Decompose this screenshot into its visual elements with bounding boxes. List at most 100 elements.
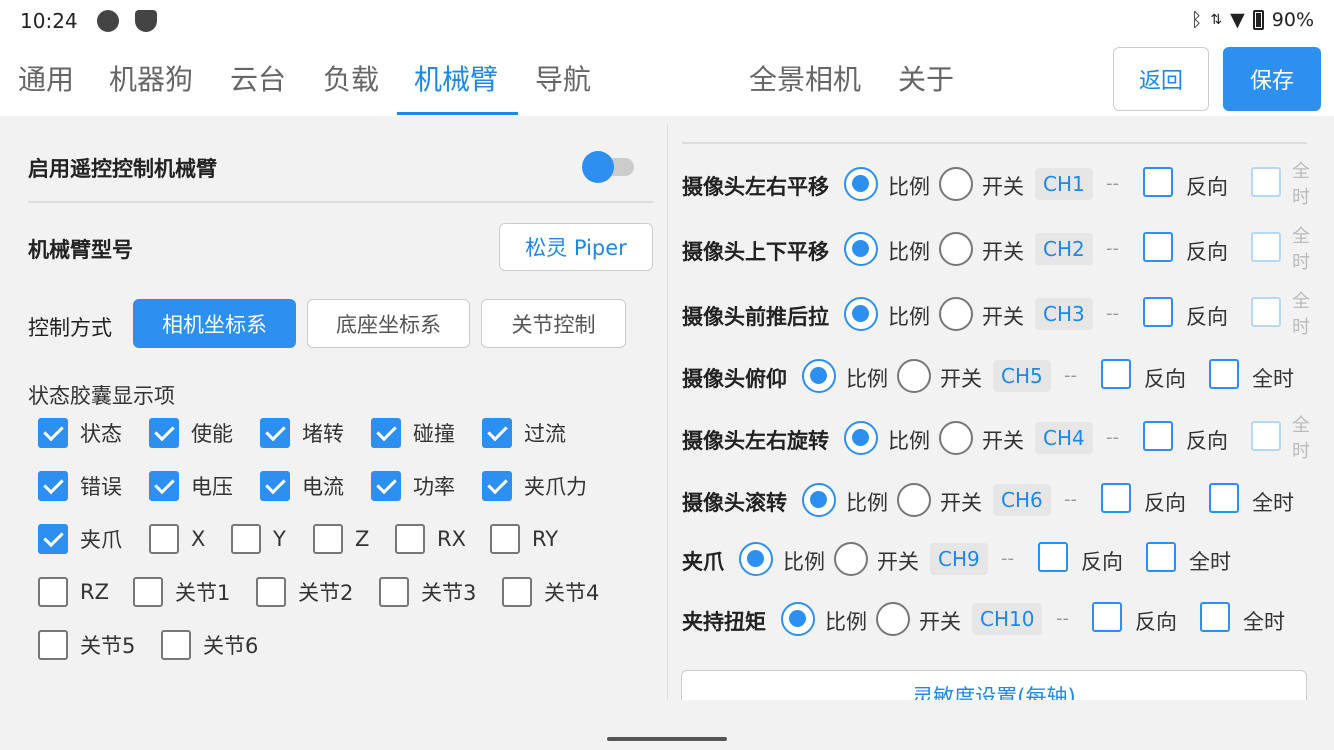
checkbox[interactable] <box>482 471 512 501</box>
tab-robot-arm[interactable]: 机械臂 <box>414 58 498 98</box>
capsule-option[interactable]: RZ <box>38 577 109 607</box>
capsule-option[interactable]: 关节6 <box>161 630 258 660</box>
arm-model-select[interactable]: 松灵 Piper <box>499 223 653 271</box>
checkbox[interactable] <box>482 418 512 448</box>
ratio-radio[interactable] <box>781 602 815 636</box>
checkbox[interactable] <box>260 418 290 448</box>
checkbox[interactable] <box>256 577 286 607</box>
checkbox[interactable] <box>379 577 409 607</box>
capsule-option[interactable]: 关节1 <box>133 577 230 607</box>
checkbox[interactable] <box>371 471 401 501</box>
capsule-option[interactable]: Y <box>231 524 286 554</box>
mode-base-frame-button[interactable]: 底座坐标系 <box>307 299 470 348</box>
tab-general[interactable]: 通用 <box>18 58 74 98</box>
capsule-option[interactable]: 电压 <box>149 471 233 501</box>
mode-camera-frame-button[interactable]: 相机坐标系 <box>133 299 296 348</box>
switch-radio[interactable] <box>897 359 931 393</box>
sensitivity-settings-button[interactable]: 灵敏度设置(每轴) <box>681 670 1307 700</box>
channel-badge[interactable]: CH2 <box>1035 233 1093 265</box>
channel-badge[interactable]: CH10 <box>972 603 1043 635</box>
ratio-radio[interactable] <box>802 483 836 517</box>
capsule-option[interactable]: 状态 <box>38 418 122 448</box>
tab-about[interactable]: 关于 <box>898 58 954 98</box>
channel-badge[interactable]: CH9 <box>930 543 988 575</box>
channel-badge[interactable]: CH3 <box>1035 298 1093 330</box>
capsule-option[interactable]: 碰撞 <box>371 418 455 448</box>
ratio-radio[interactable] <box>844 167 878 201</box>
reverse-checkbox[interactable] <box>1143 167 1173 197</box>
checkbox[interactable] <box>38 577 68 607</box>
checkbox[interactable] <box>149 471 179 501</box>
capsule-option[interactable]: 使能 <box>149 418 233 448</box>
save-button[interactable]: 保存 <box>1223 47 1321 111</box>
checkbox[interactable] <box>490 524 520 554</box>
capsule-option[interactable]: RX <box>395 524 466 554</box>
checkbox[interactable] <box>161 630 191 660</box>
capsule-option[interactable]: 关节2 <box>256 577 353 607</box>
capsule-option[interactable]: 关节3 <box>379 577 476 607</box>
ratio-radio[interactable] <box>802 359 836 393</box>
tab-gimbal[interactable]: 云台 <box>230 58 286 98</box>
capsule-option[interactable]: 功率 <box>371 471 455 501</box>
checkbox[interactable] <box>133 577 163 607</box>
always-checkbox[interactable] <box>1200 602 1230 632</box>
channel-badge[interactable]: CH4 <box>1035 422 1093 454</box>
checkbox[interactable] <box>38 630 68 660</box>
capsule-option[interactable]: X <box>149 524 205 554</box>
checkbox[interactable] <box>149 418 179 448</box>
reverse-checkbox[interactable] <box>1101 359 1131 389</box>
back-button[interactable]: 返回 <box>1113 47 1209 111</box>
switch-radio[interactable] <box>939 297 973 331</box>
capsule-option[interactable]: 关节5 <box>38 630 135 660</box>
ratio-radio[interactable] <box>844 297 878 331</box>
checkbox[interactable] <box>395 524 425 554</box>
always-checkbox[interactable] <box>1251 297 1281 327</box>
gesture-handle[interactable] <box>607 737 727 741</box>
tab-payload[interactable]: 负载 <box>323 58 379 98</box>
reverse-checkbox[interactable] <box>1101 483 1131 513</box>
checkbox[interactable] <box>38 524 68 554</box>
channel-badge[interactable]: CH5 <box>993 360 1051 392</box>
switch-radio[interactable] <box>939 232 973 266</box>
always-checkbox[interactable] <box>1251 167 1281 197</box>
checkbox[interactable] <box>502 577 532 607</box>
checkbox[interactable] <box>38 471 68 501</box>
capsule-option[interactable]: 堵转 <box>260 418 344 448</box>
ratio-radio[interactable] <box>844 232 878 266</box>
reverse-checkbox[interactable] <box>1143 421 1173 451</box>
tab-navigation[interactable]: 导航 <box>535 58 591 98</box>
capsule-option[interactable]: 夹爪力 <box>482 471 587 501</box>
capsule-option[interactable]: RY <box>490 524 558 554</box>
always-checkbox[interactable] <box>1146 542 1176 572</box>
capsule-option[interactable]: 关节4 <box>502 577 599 607</box>
tab-robot-dog[interactable]: 机器狗 <box>109 58 193 98</box>
capsule-option[interactable]: 错误 <box>38 471 122 501</box>
mode-joint-control-button[interactable]: 关节控制 <box>481 299 626 348</box>
reverse-checkbox[interactable] <box>1143 297 1173 327</box>
enable-remote-toggle[interactable] <box>582 151 636 183</box>
channel-badge[interactable]: CH6 <box>993 484 1051 516</box>
capsule-option[interactable]: 电流 <box>260 471 344 501</box>
ratio-radio[interactable] <box>739 542 773 576</box>
switch-radio[interactable] <box>834 542 868 576</box>
checkbox[interactable] <box>231 524 261 554</box>
tab-panorama-camera[interactable]: 全景相机 <box>749 58 861 98</box>
always-checkbox[interactable] <box>1251 232 1281 262</box>
reverse-checkbox[interactable] <box>1143 232 1173 262</box>
checkbox[interactable] <box>260 471 290 501</box>
always-checkbox[interactable] <box>1209 483 1239 513</box>
always-checkbox[interactable] <box>1251 421 1281 451</box>
switch-radio[interactable] <box>876 602 910 636</box>
switch-radio[interactable] <box>939 421 973 455</box>
channel-badge[interactable]: CH1 <box>1035 168 1093 200</box>
switch-radio[interactable] <box>939 167 973 201</box>
capsule-option[interactable]: 过流 <box>482 418 566 448</box>
checkbox[interactable] <box>149 524 179 554</box>
checkbox[interactable] <box>313 524 343 554</box>
checkbox[interactable] <box>371 418 401 448</box>
reverse-checkbox[interactable] <box>1092 602 1122 632</box>
always-checkbox[interactable] <box>1209 359 1239 389</box>
checkbox[interactable] <box>38 418 68 448</box>
switch-radio[interactable] <box>897 483 931 517</box>
ratio-radio[interactable] <box>844 421 878 455</box>
